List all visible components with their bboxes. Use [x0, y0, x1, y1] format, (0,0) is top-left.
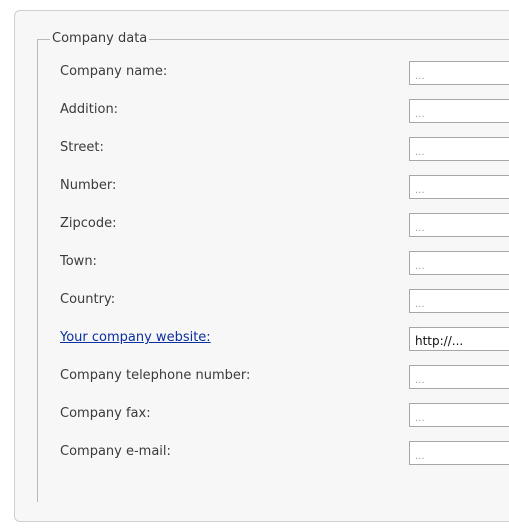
- company-telephone-label: Company telephone number:: [60, 368, 251, 383]
- addition-field[interactable]: [409, 99, 509, 123]
- company-email-label: Company e-mail:: [60, 444, 171, 459]
- number-field[interactable]: [409, 175, 509, 199]
- company-fax-label: Company fax:: [60, 406, 151, 421]
- company-name-label: Company name:: [60, 64, 168, 79]
- company-telephone-field[interactable]: [409, 365, 509, 389]
- company-website-field[interactable]: [409, 327, 509, 351]
- company-name-field[interactable]: [409, 61, 509, 85]
- company-fax-field[interactable]: [409, 403, 509, 427]
- country-field[interactable]: [409, 289, 509, 313]
- company-website-link[interactable]: Your company website:: [60, 329, 211, 346]
- addition-label: Addition:: [60, 102, 119, 117]
- zipcode-field[interactable]: [409, 213, 509, 237]
- town-field[interactable]: [409, 251, 509, 275]
- street-field[interactable]: [409, 137, 509, 161]
- company-email-field[interactable]: [409, 441, 509, 465]
- number-label: Number:: [60, 178, 117, 193]
- zipcode-label: Zipcode:: [60, 216, 117, 231]
- town-label: Town:: [60, 254, 97, 269]
- groupbox-legend: Company data: [50, 30, 150, 47]
- country-label: Country:: [60, 292, 116, 307]
- street-label: Street:: [60, 140, 104, 155]
